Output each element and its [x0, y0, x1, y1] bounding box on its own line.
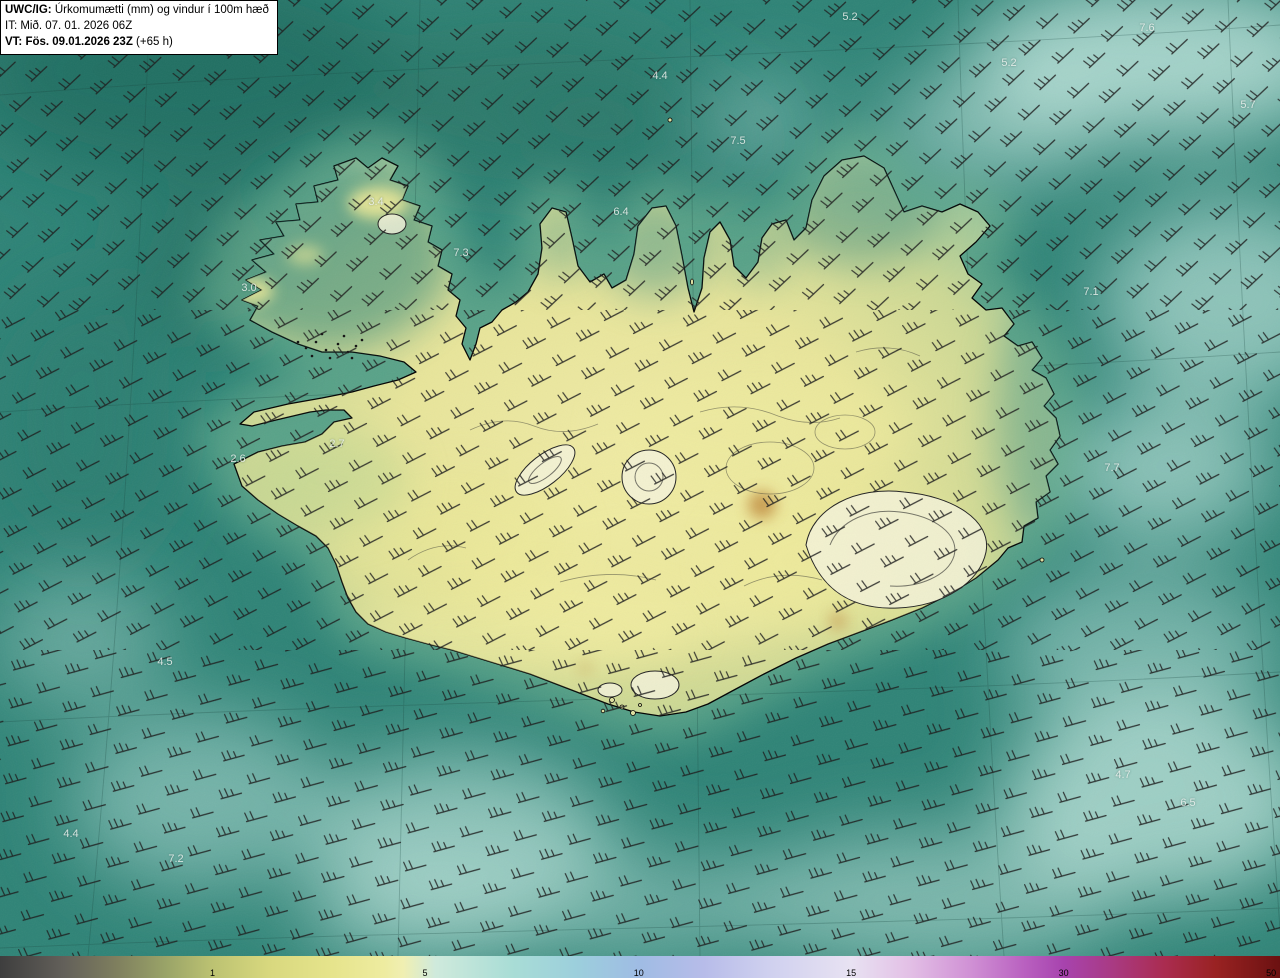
colorbar-tick-label: 10: [633, 968, 644, 978]
product-code: UWC/IG:: [5, 4, 52, 16]
title-box: UWC/IG: Úrkomumætti (mm) og vindur í 100…: [0, 0, 278, 55]
valid-time-offset: (+65 h): [132, 35, 173, 48]
weather-map: 5.2 7.6 5.2 4.4 5.7 7.5 3.4 6.4 7.3 3.0 7.1 2.7 2.6 7…: [0, 0, 1280, 956]
colorbar: 1 5 10 15 30 50: [0, 956, 1280, 978]
colorbar-tick-label: 50: [1266, 968, 1277, 978]
colorbar-tick-label: 5: [422, 968, 428, 978]
colorbar-tick-label: 30: [1058, 968, 1069, 978]
map-title: Úrkomumætti (mm) og vindur í 100m hæð: [51, 4, 269, 16]
init-time: IT: Mið. 07. 01. 2026 06Z: [5, 19, 133, 32]
map-canvas: [0, 0, 1280, 956]
valid-time-main: VT: Fös. 09.01.2026 23Z: [5, 35, 133, 48]
valid-time: VT: Fös. 09.01.2026 23Z (+65 h): [5, 35, 269, 51]
colorbar-tick-label: 15: [846, 968, 857, 978]
map-title-line: UWC/IG: Úrkomumætti (mm) og vindur í 100…: [5, 3, 269, 19]
noise-texture: [0, 0, 1280, 956]
colorbar-tick-label: 1: [209, 968, 215, 978]
colorbar-ticks: 1 5 10 15 30 50: [0, 956, 1280, 978]
